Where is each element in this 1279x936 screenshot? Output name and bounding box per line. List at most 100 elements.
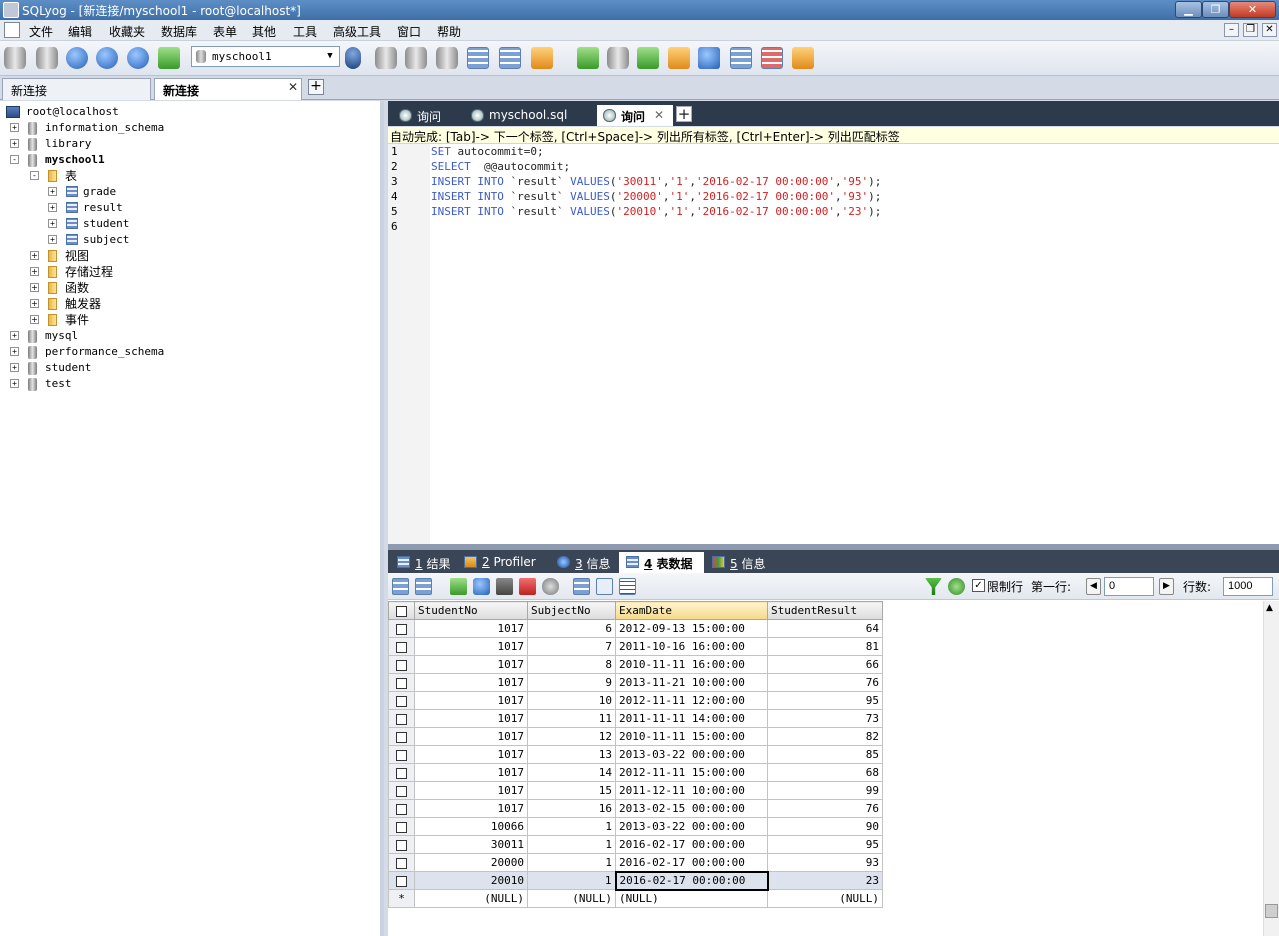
cell-examdate[interactable]: 2010-11-11 15:00:00 [615, 727, 768, 746]
table-row[interactable]: 1017 7 2011-10-16 16:00:00 81 [388, 637, 883, 656]
grid-view-icon[interactable] [573, 578, 590, 595]
tree-db-performance_schema[interactable]: + performance_schema [0, 344, 380, 360]
cell-subjectno[interactable]: 11 [527, 709, 616, 728]
cell-studentresult[interactable]: 64 [767, 619, 883, 638]
table-row[interactable]: 20010 1 2016-02-17 00:00:00 23 [388, 870, 883, 891]
row-checkbox[interactable] [396, 803, 407, 815]
chevron-down-icon[interactable]: ▼ [323, 49, 337, 64]
menu-database[interactable]: 数据库 [161, 23, 197, 40]
menu-tools[interactable]: 工具 [293, 23, 317, 40]
row-checkbox[interactable] [396, 875, 407, 887]
cell-examdate[interactable]: 2013-11-21 10:00:00 [615, 673, 768, 692]
cell-examdate[interactable]: 2012-11-11 15:00:00 [615, 763, 768, 782]
cell-studentresult[interactable]: 76 [767, 799, 883, 818]
cell-examdate[interactable]: 2016-02-17 00:00:00 [615, 853, 768, 872]
table-row[interactable]: 1017 12 2010-11-11 15:00:00 82 [388, 727, 883, 746]
cell-studentresult[interactable]: 73 [767, 709, 883, 728]
cell-subjectno[interactable]: 1 [527, 853, 616, 872]
save-icon[interactable] [496, 578, 513, 595]
cell-subjectno[interactable]: 9 [527, 673, 616, 692]
delete-icon[interactable] [519, 578, 536, 595]
row-select-cell[interactable] [388, 835, 415, 854]
expand-icon[interactable]: + [10, 379, 19, 388]
table-row[interactable]: 20000 1 2016-02-17 00:00:00 93 [388, 853, 883, 872]
database-select[interactable]: myschool1 ▼ [191, 46, 340, 67]
text-view-icon[interactable] [619, 578, 636, 595]
cell-subjectno[interactable]: 7 [527, 637, 616, 656]
cell-studentno[interactable]: 20010 [414, 871, 528, 890]
cell-studentno[interactable]: 1017 [414, 781, 528, 800]
expand-icon[interactable]: + [30, 283, 39, 292]
row-select-cell[interactable] [388, 871, 415, 890]
cell-examdate[interactable]: 2013-03-22 00:00:00 [615, 817, 768, 836]
row-select-cell[interactable] [388, 709, 415, 728]
cell-studentresult[interactable]: 81 [767, 637, 883, 656]
scheduler-icon[interactable] [698, 47, 720, 69]
cell-studentno[interactable]: 1017 [414, 655, 528, 674]
cell-studentresult[interactable]: 23 [767, 871, 883, 890]
insert-row-icon[interactable] [392, 578, 409, 595]
table-row[interactable]: 1017 9 2013-11-21 10:00:00 76 [388, 673, 883, 692]
cell-studentresult[interactable]: 66 [767, 655, 883, 674]
expand-icon[interactable]: + [48, 203, 57, 212]
column-header-examdate[interactable]: ExamDate [615, 601, 768, 620]
cell-examdate[interactable]: 2013-02-15 00:00:00 [615, 799, 768, 818]
null-cell[interactable]: (NULL) [615, 889, 768, 908]
table-data-icon[interactable] [499, 47, 521, 69]
menu-favorites[interactable]: 收藏夹 [109, 23, 145, 40]
expand-icon[interactable]: + [48, 187, 57, 196]
vertical-scrollbar[interactable]: ▲ [1263, 601, 1279, 936]
cell-subjectno[interactable]: 16 [527, 799, 616, 818]
null-cell[interactable]: (NULL) [527, 889, 616, 908]
sync-schema-icon[interactable] [607, 47, 629, 69]
null-cell[interactable]: (NULL) [414, 889, 528, 908]
execute-all-icon[interactable] [96, 47, 118, 69]
cell-studentno[interactable]: 1017 [414, 691, 528, 710]
row-select-cell[interactable] [388, 691, 415, 710]
table-row[interactable]: 1017 13 2013-03-22 00:00:00 85 [388, 745, 883, 764]
code-line[interactable]: INSERT INTO `result` VALUES('30011','1',… [431, 174, 881, 189]
add-tab-button[interactable]: + [308, 79, 324, 95]
cell-examdate[interactable]: 2016-02-17 00:00:00 [614, 870, 769, 891]
cell-studentresult[interactable]: 99 [767, 781, 883, 800]
row-select-cell[interactable] [388, 817, 415, 836]
execute-query-icon[interactable] [66, 47, 88, 69]
cell-studentresult[interactable]: 93 [767, 853, 883, 872]
minimize-button[interactable]: ▁ [1175, 1, 1202, 18]
close-tab-icon[interactable]: ✕ [654, 108, 664, 122]
cell-examdate[interactable]: 2012-11-11 12:00:00 [615, 691, 768, 710]
cancel-icon[interactable] [542, 578, 559, 595]
tree-folder-3[interactable]: + 触发器 [0, 296, 380, 312]
row-checkbox[interactable] [396, 731, 407, 743]
close-tab-icon[interactable]: ✕ [288, 80, 298, 94]
row-checkbox[interactable] [396, 821, 407, 833]
tree-db-library[interactable]: + library [0, 136, 380, 152]
column-header-subjectno[interactable]: SubjectNo [527, 601, 616, 620]
cell-subjectno[interactable]: 1 [527, 835, 616, 854]
row-checkbox[interactable] [396, 767, 407, 779]
tree-table-grade[interactable]: + grade [0, 184, 380, 200]
tab-info-2[interactable]: 5 信息 [705, 552, 771, 573]
cell-subjectno[interactable]: 10 [527, 691, 616, 710]
connection-tab-active[interactable]: 新连接 [154, 78, 302, 100]
code-area[interactable]: SET autocommit=0; SELECT @@autocommit; INS… [388, 144, 1279, 544]
cell-subjectno[interactable]: 6 [527, 619, 616, 638]
data-sync-icon[interactable] [637, 47, 659, 69]
expand-icon[interactable]: + [10, 363, 19, 372]
cell-studentno[interactable]: 30011 [414, 835, 528, 854]
tree-db-mysql[interactable]: + mysql [0, 328, 380, 344]
cell-studentresult[interactable]: 76 [767, 673, 883, 692]
stop-query-icon[interactable] [127, 47, 149, 69]
create-database-icon[interactable] [375, 47, 397, 69]
tree-db-test[interactable]: + test [0, 376, 380, 392]
cell-studentno[interactable]: 1017 [414, 727, 528, 746]
query-tab[interactable]: 询问 [393, 105, 463, 126]
table-row[interactable]: 1017 14 2012-11-11 15:00:00 68 [388, 763, 883, 782]
cell-studentno[interactable]: 1017 [414, 637, 528, 656]
menu-advanced-tools[interactable]: 高级工具 [333, 23, 381, 40]
new-connection-icon[interactable] [4, 47, 26, 69]
table-row[interactable]: 30011 1 2016-02-17 00:00:00 95 [388, 835, 883, 854]
menu-table[interactable]: 表单 [213, 23, 237, 40]
code-line[interactable]: INSERT INTO `result` VALUES('20010','1',… [431, 204, 881, 219]
scroll-thumb[interactable] [1265, 904, 1278, 918]
